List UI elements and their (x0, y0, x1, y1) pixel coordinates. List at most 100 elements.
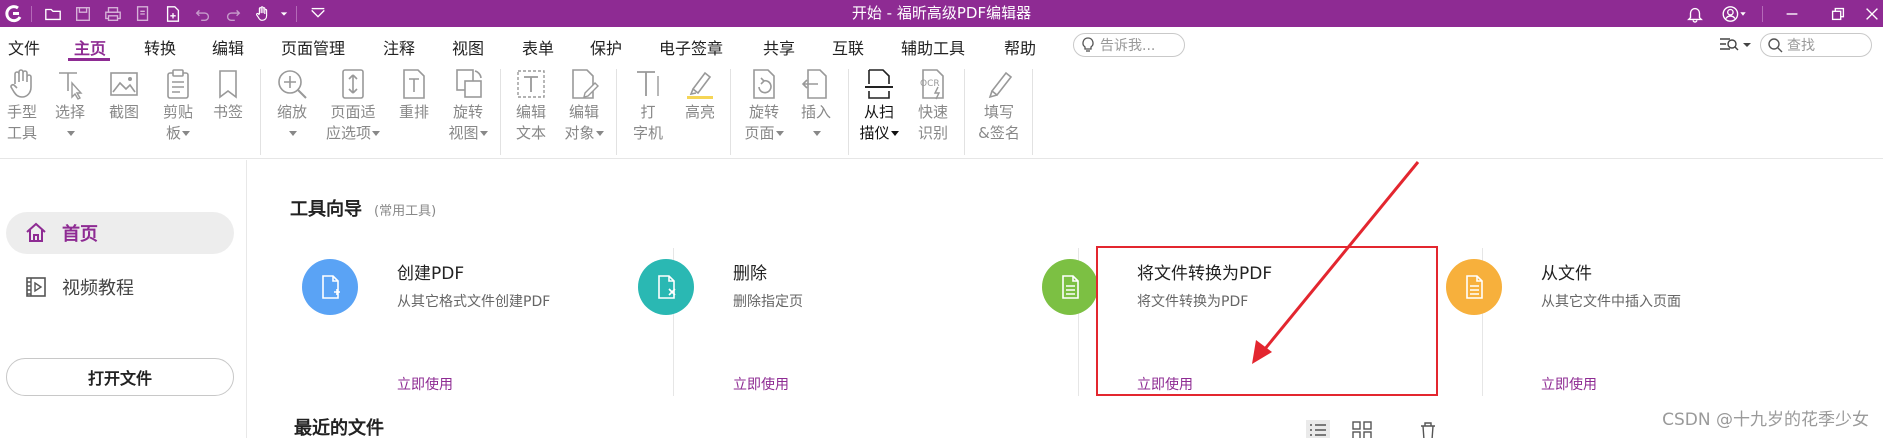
edit-object-button[interactable]: 编辑 对象 (560, 67, 608, 157)
bookmark-label: 书签 (212, 103, 243, 121)
select-tool-label: 选择 (54, 103, 85, 121)
zoom-button[interactable]: 缩放 (272, 67, 312, 157)
hand-tool-button[interactable]: 手型 工具 (2, 67, 42, 157)
customize-toolbar-icon[interactable] (303, 0, 333, 27)
insert-page-icon (801, 69, 827, 99)
list-view-icon (1306, 420, 1330, 438)
redo-icon[interactable] (218, 0, 248, 27)
list-view-button[interactable] (1306, 420, 1330, 438)
ribbon-separator (616, 69, 617, 155)
page-fit-button[interactable]: 页面适 应选项 (324, 67, 382, 157)
save-icon[interactable] (68, 0, 98, 27)
minimize-button[interactable] (1769, 0, 1815, 27)
menu-connect[interactable]: 互联 (832, 35, 864, 59)
rotate-view-caret-icon (479, 131, 488, 136)
use-now-link[interactable]: 立即使用 (397, 374, 453, 394)
annotation-highlight-box (1096, 246, 1438, 396)
insert-label: 插入 (800, 103, 831, 121)
rotate-view-button[interactable]: 旋转 视图 (444, 67, 492, 157)
account-icon[interactable] (1712, 0, 1756, 27)
typewriter-label-1: 打 (640, 103, 656, 121)
menu-share[interactable]: 共享 (763, 35, 795, 59)
tool-card-from-file[interactable]: 从文件 从其它文件中插入页面 立即使用 (1392, 247, 1792, 407)
ribbon-separator (1032, 69, 1033, 155)
menu-protect[interactable]: 保护 (590, 35, 622, 59)
menu-view[interactable]: 视图 (452, 35, 484, 59)
menu-help[interactable]: 帮助 (1004, 35, 1036, 59)
quick-ocr-label-1: 快速 (917, 103, 948, 121)
restore-button[interactable] (1815, 0, 1861, 27)
grid-view-icon (1352, 421, 1372, 438)
fill-sign-label-1: 填写 (983, 103, 1014, 121)
clipboard-button[interactable]: 剪贴 板 (156, 67, 200, 157)
tool-card-delete[interactable]: 删除 删除指定页 立即使用 (584, 247, 984, 407)
menu-page-management[interactable]: 页面管理 (281, 35, 345, 59)
page-fit-label-2: 应选项 (325, 124, 371, 142)
fill-sign-button[interactable]: 填写 &签名 (976, 67, 1022, 157)
hand-icon (10, 69, 32, 98)
clear-recent-button[interactable] (1416, 420, 1440, 438)
new-page-icon[interactable] (158, 0, 188, 27)
snapshot-label: 截图 (108, 103, 139, 121)
menu-esign[interactable]: 电子签章 (659, 35, 723, 59)
quick-access-caret-icon[interactable] (278, 0, 290, 27)
highlight-button[interactable]: 高亮 (680, 67, 720, 157)
bookmark-button[interactable]: 书签 (208, 67, 248, 157)
menu-edit[interactable]: 编辑 (212, 35, 244, 59)
highlight-label: 高亮 (684, 103, 715, 121)
edit-object-label-2: 对象 (564, 124, 595, 142)
undo-icon[interactable] (188, 0, 218, 27)
zoom-icon (278, 70, 307, 99)
recent-files-title: 最近的文件 (294, 418, 384, 438)
edit-text-button[interactable]: 编辑 文本 (511, 67, 551, 157)
rotate-view-label-2: 视图 (448, 124, 479, 142)
use-now-link[interactable]: 立即使用 (733, 374, 789, 394)
open-folder-icon[interactable] (38, 0, 68, 27)
fill-sign-icon (988, 71, 1013, 99)
open-file-button[interactable]: 打开文件 (6, 358, 234, 396)
snapshot-button[interactable]: 截图 (104, 67, 144, 157)
clipboard-caret-icon (182, 131, 190, 136)
search-mode-dropdown[interactable] (1718, 35, 1754, 55)
menu-file[interactable]: 文件 (8, 35, 40, 59)
page-setup-icon[interactable] (128, 0, 158, 27)
print-icon[interactable] (98, 0, 128, 27)
page-fit-icon (342, 69, 364, 99)
notification-bell-icon[interactable] (1678, 0, 1712, 27)
sidebar-item-video-tutorials[interactable]: 视频教程 (6, 266, 234, 308)
hand-tool-icon[interactable] (248, 0, 278, 27)
edit-object-icon (572, 69, 599, 99)
rotate-page-label-1: 旋转 (748, 103, 779, 121)
search-input[interactable]: 查找 (1760, 33, 1872, 57)
select-tool-button[interactable]: 选择 (48, 67, 92, 157)
insert-button[interactable]: 插入 (796, 67, 836, 157)
use-now-link[interactable]: 立即使用 (1541, 374, 1597, 394)
reflow-icon (403, 69, 425, 99)
start-page: 工具向导 (常用工具) 创建PDF 从其它格式文件创建PDF 立即使用 删除 删… (248, 160, 1883, 438)
rotate-page-button[interactable]: 旋转 页面 (742, 67, 786, 157)
delete-page-icon (638, 259, 694, 315)
sidebar-item-home[interactable]: 首页 (6, 212, 234, 254)
svg-text:OCR: OCR (920, 79, 940, 89)
card-title: 从文件 (1541, 264, 1592, 284)
insert-caret-icon (812, 131, 821, 136)
close-button[interactable] (1861, 0, 1883, 27)
edit-text-icon (517, 70, 545, 98)
tell-me-input[interactable]: 告诉我... (1073, 33, 1185, 57)
tell-me-placeholder: 告诉我... (1100, 38, 1156, 54)
quick-ocr-button[interactable]: OCR 快速 识别 (913, 67, 953, 157)
menu-comment[interactable]: 注释 (383, 35, 415, 59)
grid-view-button[interactable] (1350, 420, 1374, 438)
snapshot-icon (110, 72, 138, 96)
rotate-view-icon (456, 69, 482, 98)
menu-form[interactable]: 表单 (522, 35, 554, 59)
menu-convert[interactable]: 转换 (144, 35, 176, 59)
scan-button[interactable]: 从扫 描仪 (856, 67, 902, 157)
menu-accessibility[interactable]: 辅助工具 (901, 35, 965, 59)
sidebar-item-video-label: 视频教程 (62, 278, 134, 299)
reflow-button[interactable]: 重排 (394, 67, 434, 157)
trash-icon (1421, 422, 1435, 438)
typewriter-button[interactable]: 打 字机 (628, 67, 668, 157)
menu-home[interactable]: 主页 (74, 35, 106, 59)
edit-object-caret-icon (595, 131, 604, 136)
